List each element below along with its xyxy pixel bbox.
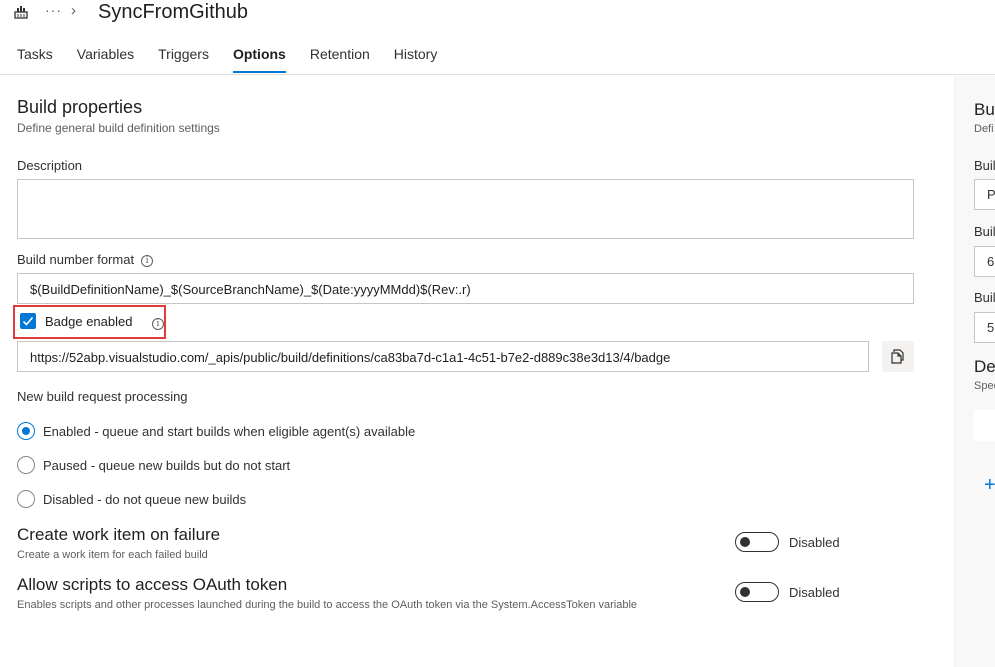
radio-button[interactable] [17,422,35,440]
radio-option-paused[interactable]: Paused - queue new builds but do not sta… [17,456,290,474]
build-number-format-label-row: Build number format i [17,252,154,267]
build-number-format-input[interactable]: $(BuildDefinitionName)_$(SourceBranchNam… [17,273,914,304]
badge-info-wrapper: i [152,315,164,333]
work-item-desc: Create a work item for each failed build [17,549,208,561]
radio-label: Paused - queue new builds but do not sta… [43,457,291,473]
build-number-format-label: Build number format [17,252,135,267]
right-panel-label: Buil [974,290,995,305]
work-item-toggle-status: Disabled [789,535,840,550]
chevron-right-icon: › [71,2,76,19]
right-panel-title: De [974,357,995,376]
oauth-toggle-status: Disabled [789,585,840,600]
radio-button[interactable] [17,456,35,474]
radio-label: Enabled - queue and start builds when el… [43,423,416,439]
description-textarea[interactable] [17,179,914,239]
toggle-knob [740,537,750,547]
header: ··· › SyncFromGithub Tasks Variables Tri… [0,0,995,75]
right-panel-list [974,410,995,441]
right-panel-label: Buil [974,158,995,173]
build-properties-title: Build properties [17,97,143,117]
radio-option-enabled[interactable]: Enabled - queue and start builds when el… [17,422,415,440]
right-panel-subtitle: Defi [974,123,994,135]
tab-tasks[interactable]: Tasks [17,46,53,74]
oauth-desc: Enables scripts and other processes laun… [17,599,638,611]
tab-options[interactable]: Options [232,46,286,74]
right-panel-title: Bu [974,100,995,119]
tab-bar: Tasks Variables Triggers Options Retenti… [17,46,461,74]
more-options-icon[interactable]: ··· [45,2,62,18]
build-properties-subtitle: Define general build definition settings [17,121,220,135]
oauth-title: Allow scripts to access OAuth token [17,575,288,594]
copy-icon [891,349,904,364]
right-panel: Bu Defi Buil P Buil 6 Buil 5 De Spec + [954,76,995,667]
work-item-toggle[interactable] [735,532,779,552]
badge-enabled-label: Badge enabled [45,314,133,329]
request-processing-label: New build request processing [17,389,188,404]
oauth-toggle[interactable] [735,582,779,602]
info-icon[interactable]: i [141,254,154,267]
tab-triggers[interactable]: Triggers [158,46,209,74]
radio-label: Disabled - do not queue new builds [43,491,247,507]
badge-enabled-checkbox[interactable] [20,313,36,329]
info-icon[interactable]: i [152,317,164,330]
right-panel-subtitle: Spec [974,380,995,392]
right-panel-input[interactable]: P [974,179,995,210]
badge-url-input[interactable]: https://52abp.visualstudio.com/_apis/pub… [17,341,869,372]
tab-history[interactable]: History [394,46,438,74]
right-panel-input[interactable]: 5 [974,312,995,343]
tab-variables[interactable]: Variables [77,46,134,74]
radio-button[interactable] [17,490,35,508]
copy-url-button[interactable] [882,341,914,372]
radio-option-disabled[interactable]: Disabled - do not queue new builds [17,490,246,508]
right-panel-input[interactable]: 6 [974,246,995,277]
tab-retention[interactable]: Retention [310,46,370,74]
add-icon[interactable]: + [984,474,995,497]
description-label: Description [17,158,83,173]
page-title: SyncFromGithub [98,1,249,23]
build-pipeline-icon [14,5,28,19]
right-panel-label: Buil [974,224,995,239]
toggle-knob [740,587,750,597]
work-item-title: Create work item on failure [17,525,221,544]
checkmark-icon [22,316,34,326]
